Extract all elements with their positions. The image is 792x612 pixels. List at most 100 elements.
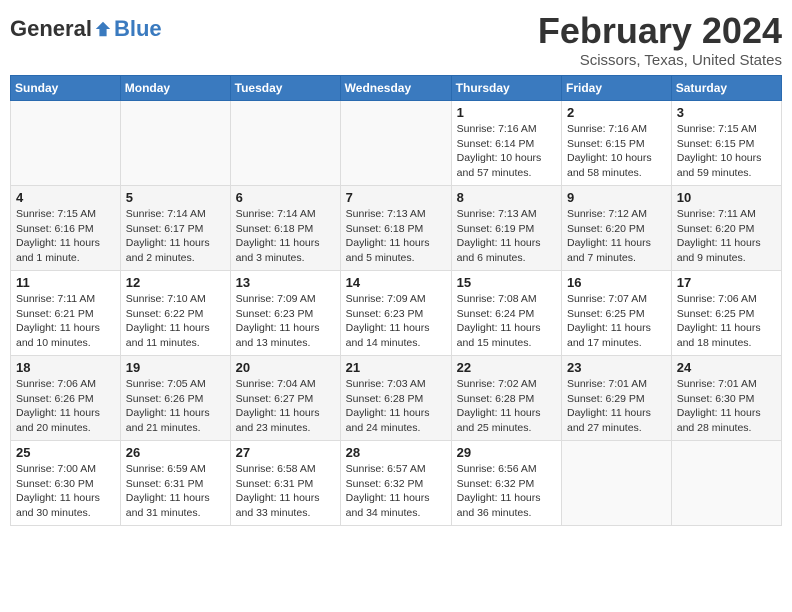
day-info: Sunrise: 7:06 AM Sunset: 6:25 PM Dayligh…	[677, 292, 776, 351]
day-header-thursday: Thursday	[451, 76, 561, 101]
day-number: 16	[567, 275, 666, 290]
day-number: 5	[126, 190, 225, 205]
logo-general-text: General	[10, 16, 92, 42]
calendar-cell: 10 Sunrise: 7:11 AM Sunset: 6:20 PM Dayli…	[671, 186, 781, 271]
calendar-cell	[120, 101, 230, 186]
calendar-cell: 28 Sunrise: 6:57 AM Sunset: 6:32 PM Dayli…	[340, 441, 451, 526]
calendar-cell: 19 Sunrise: 7:05 AM Sunset: 6:26 PM Dayli…	[120, 356, 230, 441]
calendar-cell: 6 Sunrise: 7:14 AM Sunset: 6:18 PM Daylig…	[230, 186, 340, 271]
calendar-cell	[230, 101, 340, 186]
calendar-cell: 18 Sunrise: 7:06 AM Sunset: 6:26 PM Dayli…	[11, 356, 121, 441]
day-info: Sunrise: 6:58 AM Sunset: 6:31 PM Dayligh…	[236, 462, 335, 521]
day-number: 3	[677, 105, 776, 120]
day-number: 25	[16, 445, 115, 460]
day-info: Sunrise: 7:11 AM Sunset: 6:21 PM Dayligh…	[16, 292, 115, 351]
day-number: 4	[16, 190, 115, 205]
day-info: Sunrise: 7:03 AM Sunset: 6:28 PM Dayligh…	[346, 377, 446, 436]
day-number: 13	[236, 275, 335, 290]
calendar-cell: 4 Sunrise: 7:15 AM Sunset: 6:16 PM Daylig…	[11, 186, 121, 271]
day-number: 19	[126, 360, 225, 375]
day-info: Sunrise: 7:13 AM Sunset: 6:18 PM Dayligh…	[346, 207, 446, 266]
day-info: Sunrise: 6:59 AM Sunset: 6:31 PM Dayligh…	[126, 462, 225, 521]
location-subtitle: Scissors, Texas, United States	[538, 52, 782, 69]
calendar-cell: 22 Sunrise: 7:02 AM Sunset: 6:28 PM Dayli…	[451, 356, 561, 441]
day-header-monday: Monday	[120, 76, 230, 101]
day-number: 6	[236, 190, 335, 205]
day-number: 20	[236, 360, 335, 375]
calendar-cell: 23 Sunrise: 7:01 AM Sunset: 6:29 PM Dayli…	[562, 356, 672, 441]
day-number: 11	[16, 275, 115, 290]
day-number: 9	[567, 190, 666, 205]
calendar-header: SundayMondayTuesdayWednesdayThursdayFrid…	[11, 76, 782, 101]
day-info: Sunrise: 7:16 AM Sunset: 6:14 PM Dayligh…	[457, 122, 556, 181]
header-row: SundayMondayTuesdayWednesdayThursdayFrid…	[11, 76, 782, 101]
calendar-table: SundayMondayTuesdayWednesdayThursdayFrid…	[10, 75, 782, 526]
calendar-cell: 24 Sunrise: 7:01 AM Sunset: 6:30 PM Dayli…	[671, 356, 781, 441]
day-header-sunday: Sunday	[11, 76, 121, 101]
calendar-cell: 15 Sunrise: 7:08 AM Sunset: 6:24 PM Dayli…	[451, 271, 561, 356]
day-number: 29	[457, 445, 556, 460]
day-info: Sunrise: 7:15 AM Sunset: 6:15 PM Dayligh…	[677, 122, 776, 181]
calendar-cell: 20Sunrise: 7:04 AM Sunset: 6:27 PM Dayli…	[230, 356, 340, 441]
calendar-cell: 2 Sunrise: 7:16 AM Sunset: 6:15 PM Daylig…	[562, 101, 672, 186]
calendar-cell: 25 Sunrise: 7:00 AM Sunset: 6:30 PM Dayli…	[11, 441, 121, 526]
day-number: 21	[346, 360, 446, 375]
day-info: Sunrise: 7:12 AM Sunset: 6:20 PM Dayligh…	[567, 207, 666, 266]
day-info: Sunrise: 7:16 AM Sunset: 6:15 PM Dayligh…	[567, 122, 666, 181]
week-row-2: 11 Sunrise: 7:11 AM Sunset: 6:21 PM Dayli…	[11, 271, 782, 356]
day-number: 24	[677, 360, 776, 375]
day-info: Sunrise: 6:56 AM Sunset: 6:32 PM Dayligh…	[457, 462, 556, 521]
day-info: Sunrise: 7:14 AM Sunset: 6:17 PM Dayligh…	[126, 207, 225, 266]
day-number: 2	[567, 105, 666, 120]
day-info: Sunrise: 7:05 AM Sunset: 6:26 PM Dayligh…	[126, 377, 225, 436]
day-info: Sunrise: 7:00 AM Sunset: 6:30 PM Dayligh…	[16, 462, 115, 521]
day-info: Sunrise: 7:09 AM Sunset: 6:23 PM Dayligh…	[236, 292, 335, 351]
calendar-cell: 17Sunrise: 7:06 AM Sunset: 6:25 PM Dayli…	[671, 271, 781, 356]
day-number: 15	[457, 275, 556, 290]
day-info: Sunrise: 7:07 AM Sunset: 6:25 PM Dayligh…	[567, 292, 666, 351]
calendar-cell: 27 Sunrise: 6:58 AM Sunset: 6:31 PM Dayli…	[230, 441, 340, 526]
day-number: 18	[16, 360, 115, 375]
calendar-body: 1 Sunrise: 7:16 AM Sunset: 6:14 PM Daylig…	[11, 101, 782, 526]
calendar-cell: 7Sunrise: 7:13 AM Sunset: 6:18 PM Daylig…	[340, 186, 451, 271]
day-info: Sunrise: 7:13 AM Sunset: 6:19 PM Dayligh…	[457, 207, 556, 266]
day-number: 22	[457, 360, 556, 375]
day-info: Sunrise: 6:57 AM Sunset: 6:32 PM Dayligh…	[346, 462, 446, 521]
calendar-cell: 11 Sunrise: 7:11 AM Sunset: 6:21 PM Dayli…	[11, 271, 121, 356]
day-info: Sunrise: 7:06 AM Sunset: 6:26 PM Dayligh…	[16, 377, 115, 436]
day-number: 12	[126, 275, 225, 290]
month-title: February 2024	[538, 10, 782, 52]
day-number: 23	[567, 360, 666, 375]
day-info: Sunrise: 7:01 AM Sunset: 6:29 PM Dayligh…	[567, 377, 666, 436]
day-number: 28	[346, 445, 446, 460]
logo-blue-text: Blue	[114, 16, 162, 42]
day-info: Sunrise: 7:01 AM Sunset: 6:30 PM Dayligh…	[677, 377, 776, 436]
day-info: Sunrise: 7:11 AM Sunset: 6:20 PM Dayligh…	[677, 207, 776, 266]
calendar-cell: 29 Sunrise: 6:56 AM Sunset: 6:32 PM Dayli…	[451, 441, 561, 526]
day-number: 8	[457, 190, 556, 205]
day-info: Sunrise: 7:15 AM Sunset: 6:16 PM Dayligh…	[16, 207, 115, 266]
day-number: 1	[457, 105, 556, 120]
day-info: Sunrise: 7:08 AM Sunset: 6:24 PM Dayligh…	[457, 292, 556, 351]
logo-icon	[94, 20, 112, 38]
title-block: February 2024 Scissors, Texas, United St…	[538, 10, 782, 69]
calendar-cell: 3 Sunrise: 7:15 AM Sunset: 6:15 PM Daylig…	[671, 101, 781, 186]
week-row-0: 1 Sunrise: 7:16 AM Sunset: 6:14 PM Daylig…	[11, 101, 782, 186]
day-number: 10	[677, 190, 776, 205]
day-header-wednesday: Wednesday	[340, 76, 451, 101]
day-info: Sunrise: 7:14 AM Sunset: 6:18 PM Dayligh…	[236, 207, 335, 266]
day-info: Sunrise: 7:10 AM Sunset: 6:22 PM Dayligh…	[126, 292, 225, 351]
week-row-4: 25 Sunrise: 7:00 AM Sunset: 6:30 PM Dayli…	[11, 441, 782, 526]
calendar-cell: 12 Sunrise: 7:10 AM Sunset: 6:22 PM Dayli…	[120, 271, 230, 356]
calendar-cell: 5 Sunrise: 7:14 AM Sunset: 6:17 PM Daylig…	[120, 186, 230, 271]
calendar-cell: 9 Sunrise: 7:12 AM Sunset: 6:20 PM Daylig…	[562, 186, 672, 271]
day-header-friday: Friday	[562, 76, 672, 101]
day-number: 27	[236, 445, 335, 460]
calendar-cell	[11, 101, 121, 186]
day-header-saturday: Saturday	[671, 76, 781, 101]
calendar-cell: 16 Sunrise: 7:07 AM Sunset: 6:25 PM Dayli…	[562, 271, 672, 356]
day-info: Sunrise: 7:02 AM Sunset: 6:28 PM Dayligh…	[457, 377, 556, 436]
calendar-cell: 1 Sunrise: 7:16 AM Sunset: 6:14 PM Daylig…	[451, 101, 561, 186]
calendar-cell: 8 Sunrise: 7:13 AM Sunset: 6:19 PM Daylig…	[451, 186, 561, 271]
day-number: 26	[126, 445, 225, 460]
